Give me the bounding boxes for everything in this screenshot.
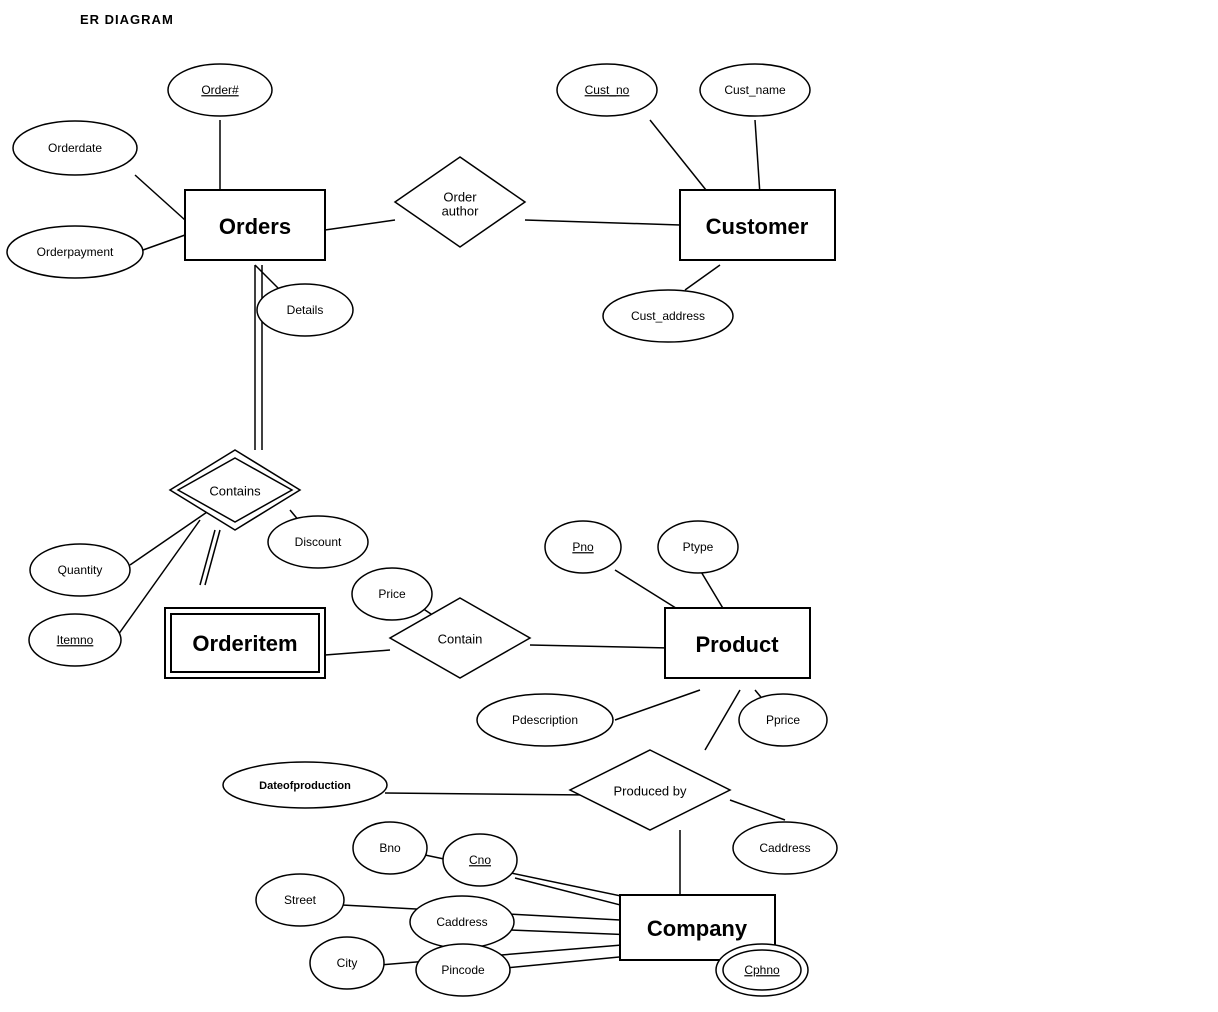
attr-order-hash-label: Order# xyxy=(201,83,239,97)
attr-price-label: Price xyxy=(378,587,406,601)
entity-product-label: Product xyxy=(695,632,779,657)
er-diagram: ER DIAGRAM xyxy=(0,0,1218,1012)
attr-cust-name-label: Cust_name xyxy=(724,83,786,97)
attr-dateofproduction-label: Dateofproduction xyxy=(259,780,351,792)
attr-itemno-label: Itemno xyxy=(57,633,94,647)
attr-pincode-label: Pincode xyxy=(441,963,485,977)
attr-discount-label: Discount xyxy=(295,535,342,549)
attr-bno-label: Bno xyxy=(379,841,401,855)
attr-cust-no-label: Cust_no xyxy=(585,83,630,97)
rel-order-author-label2: author xyxy=(442,203,480,218)
attr-cphno-label: Cphno xyxy=(744,963,780,977)
entity-orders-label: Orders xyxy=(219,214,291,239)
attr-cust-address-label: Cust_address xyxy=(631,309,705,323)
attr-caddress-bottom-label: Caddress xyxy=(436,915,487,929)
attr-cno-label: Cno xyxy=(469,853,491,867)
attr-pdescription-label: Pdescription xyxy=(512,713,578,727)
attr-orderpayment-label: Orderpayment xyxy=(37,245,114,259)
entity-orderitem-label: Orderitem xyxy=(192,631,297,656)
rel-produced-by-label: Produced by xyxy=(614,783,687,798)
entity-customer-label: Customer xyxy=(706,214,809,239)
attr-street-label: Street xyxy=(284,893,317,907)
rel-order-author-label: Order xyxy=(443,189,477,204)
attr-city-label: City xyxy=(337,956,358,970)
rel-contain-label: Contain xyxy=(438,631,483,646)
diagram-svg: Orders Customer Orderitem Product Compan… xyxy=(0,0,1218,1012)
attr-pprice-label: Pprice xyxy=(766,713,800,727)
attr-ptype-label: Ptype xyxy=(683,540,714,554)
entity-company-label: Company xyxy=(647,916,748,941)
attr-orderdate-label: Orderdate xyxy=(48,141,102,155)
attr-quantity-label: Quantity xyxy=(58,563,103,577)
attr-details-label: Details xyxy=(287,303,324,317)
attr-pno-label: Pno xyxy=(572,540,594,554)
attr-caddress-top-label: Caddress xyxy=(759,841,810,855)
rel-contains-label: Contains xyxy=(209,483,261,498)
